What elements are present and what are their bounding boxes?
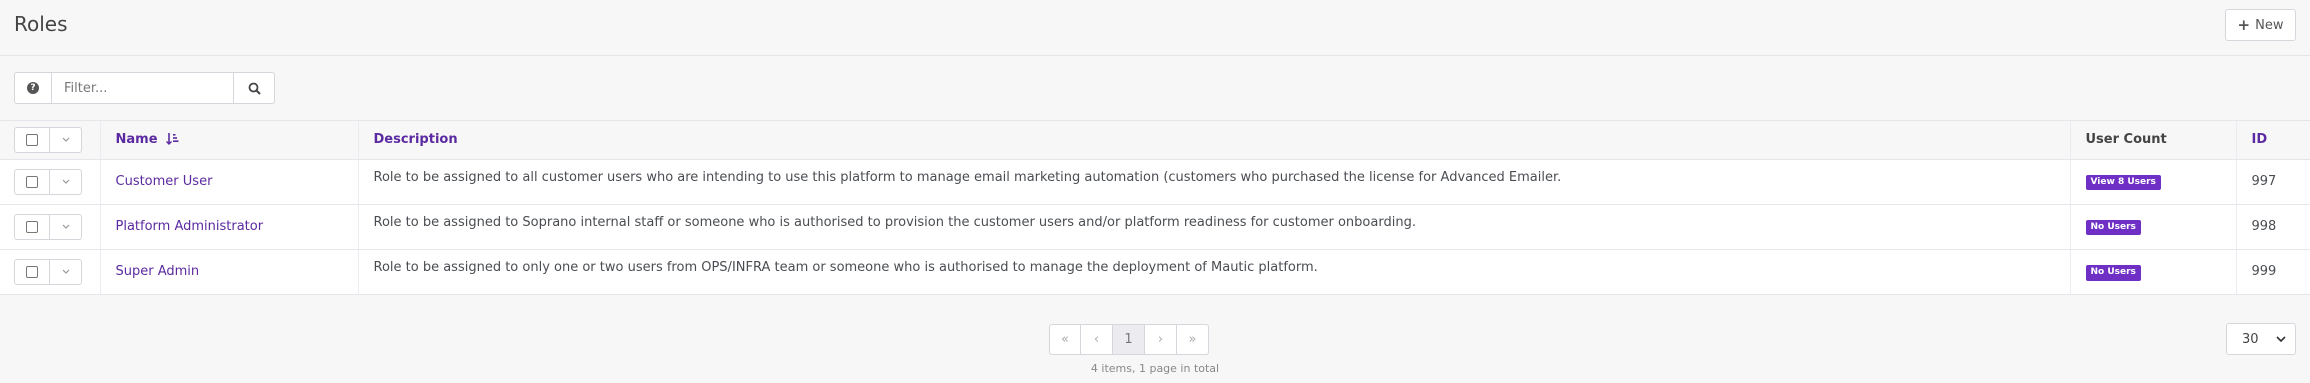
search-button[interactable] <box>234 72 275 104</box>
role-name-link[interactable]: Customer User <box>116 174 213 189</box>
row-checkbox[interactable] <box>14 213 50 240</box>
role-name-link[interactable]: Platform Administrator <box>116 219 264 234</box>
new-button[interactable]: + New <box>2225 9 2296 41</box>
filter-bar: ? <box>14 72 275 104</box>
role-id: 999 <box>2251 264 2277 280</box>
pagination-info: 4 items, 1 page in total <box>1090 362 1220 375</box>
table-header-row: Name Description User Count ID <box>0 121 2310 160</box>
chevron-down-icon <box>2276 336 2286 342</box>
user-count-badge: No Users <box>2085 264 2141 281</box>
pagination: « ‹ 1 › » <box>1049 324 1209 355</box>
column-name-label: Name <box>115 132 158 148</box>
question-circle-icon: ? <box>27 82 39 94</box>
role-name-cell: Customer User <box>100 159 359 205</box>
table-row: Platform Administrator Role to be assign… <box>0 204 2310 250</box>
role-name-cell: Platform Administrator <box>100 204 359 250</box>
column-header-user-count[interactable]: User Count <box>2070 121 2237 160</box>
select-all-cell <box>0 121 101 160</box>
role-id: 997 <box>2236 159 2310 205</box>
new-button-label: New <box>2255 17 2284 33</box>
column-header-description[interactable]: Description <box>358 121 2071 160</box>
table-row: Customer User Role to be assigned to all… <box>0 159 2310 205</box>
column-header-id[interactable]: ID <box>2236 121 2310 160</box>
page-limit-select[interactable]: 30 <box>2226 323 2296 355</box>
prev-page-button[interactable]: ‹ <box>1081 324 1113 355</box>
help-button[interactable]: ? <box>14 72 52 104</box>
sort-ascending-icon <box>166 133 179 146</box>
row-actions-dropdown[interactable] <box>50 213 82 240</box>
row-select-cell <box>0 159 101 205</box>
chevron-down-icon <box>62 224 69 229</box>
roles-table: Name Description User Count ID Customer … <box>0 120 2310 295</box>
current-page-button[interactable]: 1 <box>1113 324 1145 355</box>
user-count-cell: View 8 Users <box>2070 159 2237 205</box>
role-description: Role to be assigned to Soprano internal … <box>358 204 2071 250</box>
plus-icon: + <box>2237 15 2251 34</box>
role-description: Role to be assigned to all customer user… <box>358 159 2071 205</box>
last-page-button[interactable]: » <box>1177 324 1209 355</box>
table-row: Super Admin Role to be assigned to only … <box>0 249 2310 294</box>
role-name-link[interactable]: Super Admin <box>116 264 200 279</box>
page-title: Roles <box>14 12 68 36</box>
chevron-down-icon <box>62 137 69 143</box>
row-checkbox[interactable] <box>14 258 50 285</box>
bulk-actions-dropdown[interactable] <box>50 126 82 153</box>
select-all-checkbox[interactable] <box>14 126 50 153</box>
user-count-cell: No Users <box>2070 204 2237 250</box>
role-id: 998 <box>2236 204 2310 250</box>
role-description: Role to be assigned to only one or two u… <box>358 249 2071 294</box>
user-count-badge[interactable]: View 8 Users <box>2085 174 2161 191</box>
row-select-cell <box>0 249 101 294</box>
page-limit-value: 30 <box>2242 331 2259 347</box>
first-page-button[interactable]: « <box>1049 324 1081 355</box>
row-actions-dropdown[interactable] <box>50 168 82 195</box>
filter-input[interactable] <box>52 72 234 104</box>
next-page-button[interactable]: › <box>1145 324 1177 355</box>
row-actions-dropdown[interactable] <box>50 258 82 285</box>
chevron-down-icon <box>62 269 69 275</box>
row-select-cell <box>0 204 101 250</box>
user-count-badge: No Users <box>2085 219 2141 236</box>
role-name-cell: Super Admin <box>100 249 359 294</box>
page-header: Roles + New <box>0 0 2310 56</box>
search-icon <box>248 82 261 95</box>
row-checkbox[interactable] <box>14 168 50 195</box>
column-header-name[interactable]: Name <box>100 121 359 160</box>
chevron-down-icon <box>62 179 69 184</box>
user-count-cell: No Users <box>2070 249 2237 294</box>
